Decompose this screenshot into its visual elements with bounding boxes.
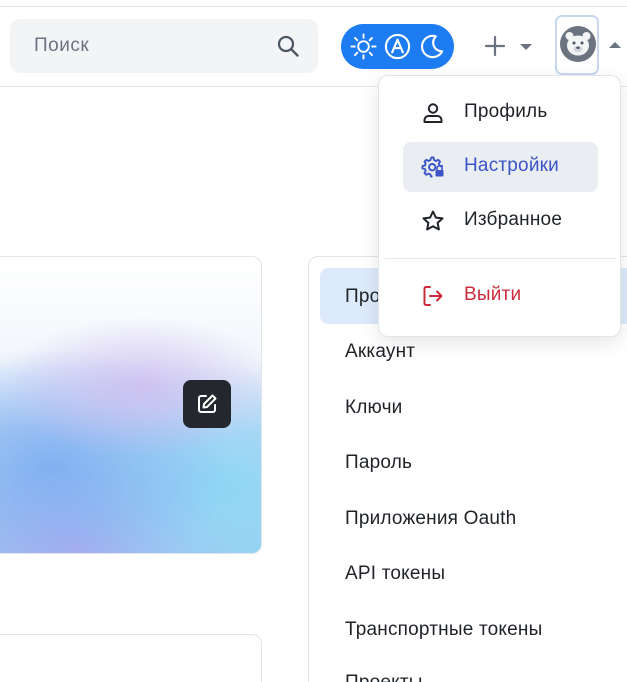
- chevron-up-icon[interactable]: [609, 42, 621, 48]
- menu-item-settings[interactable]: Настройки: [403, 142, 598, 192]
- user-dropdown-menu: Профиль Настройки Избранное Выйти: [378, 75, 621, 337]
- settings-nav-item-oauth-apps[interactable]: Приложения Oauth: [345, 508, 516, 530]
- chevron-down-icon[interactable]: [520, 44, 532, 50]
- menu-item-favorites[interactable]: Избранное: [403, 196, 598, 246]
- settings-icon: [421, 156, 444, 178]
- logout-icon: [423, 286, 443, 306]
- settings-nav-item-transport-tokens[interactable]: Транспортные токены: [345, 619, 542, 641]
- menu-item-profile[interactable]: Профиль: [403, 88, 598, 138]
- avatar[interactable]: [560, 26, 596, 62]
- menu-item-label: Профиль: [464, 101, 548, 122]
- auto-theme-icon[interactable]: [383, 32, 412, 61]
- menu-item-logout[interactable]: Выйти: [403, 271, 598, 321]
- settings-nav-item-profile[interactable]: Про: [345, 286, 380, 308]
- menu-item-label: Избранное: [464, 209, 563, 230]
- edit-icon[interactable]: [195, 392, 219, 416]
- search-input[interactable]: Поиск: [34, 35, 89, 57]
- settings-nav-item-projects[interactable]: Проекты: [345, 672, 423, 682]
- star-icon: [422, 210, 444, 231]
- menu-item-label: Выйти: [464, 284, 522, 305]
- user-menu-button[interactable]: [555, 15, 627, 77]
- edit-cover-button[interactable]: [183, 380, 231, 428]
- profile-info-card: [0, 634, 262, 682]
- user-icon: [423, 103, 443, 123]
- theme-switcher[interactable]: [341, 24, 454, 69]
- search-icon[interactable]: [276, 34, 300, 58]
- sun-icon[interactable]: [349, 32, 378, 61]
- moon-icon[interactable]: [417, 32, 446, 61]
- settings-nav-item-api-tokens[interactable]: API токены: [345, 563, 445, 585]
- settings-nav-item-account[interactable]: Аккаунт: [345, 341, 415, 363]
- settings-nav-item-password[interactable]: Пароль: [345, 452, 412, 474]
- search-box[interactable]: Поиск: [10, 19, 318, 73]
- settings-nav-item-keys[interactable]: Ключи: [345, 397, 403, 419]
- menu-item-label: Настройки: [464, 155, 559, 176]
- create-new-button[interactable]: [480, 31, 536, 63]
- plus-icon[interactable]: [483, 34, 507, 58]
- menu-divider: [385, 258, 616, 259]
